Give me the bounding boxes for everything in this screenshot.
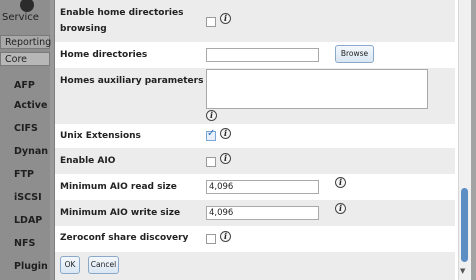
sidebar-item-ldap: LDAP (14, 215, 43, 226)
unix-extensions-checkbox[interactable] (206, 128, 216, 141)
min-aio-write-input[interactable]: 4,096 (206, 206, 319, 220)
sidebar-item-ftp: FTP (14, 169, 34, 180)
info-icon[interactable]: i (220, 153, 231, 164)
homes-aux-params-textarea[interactable] (206, 69, 428, 109)
row-zeroconf: Zeroconf share discovery (55, 226, 455, 252)
home-directories-input[interactable] (206, 48, 319, 62)
row-enable-aio: Enable AIO (55, 148, 455, 174)
sidebar-item-nfs: NFS (14, 238, 36, 249)
background-title: Service (2, 12, 39, 23)
info-icon[interactable]: i (220, 231, 231, 242)
enable-home-browsing-label-line1: Enable home directories (60, 8, 184, 18)
browse-button[interactable]: Browse (335, 45, 374, 63)
info-icon[interactable]: i (206, 110, 217, 121)
scroll-down-arrow-icon[interactable]: ▼ (460, 267, 465, 275)
zeroconf-checkbox[interactable] (206, 234, 216, 244)
row-enable-home-browsing: Enable home directories browsing (55, 0, 455, 42)
homes-aux-params-label: Homes auxiliary parameters (60, 76, 204, 86)
info-icon[interactable]: i (335, 203, 346, 214)
unix-extensions-label: Unix Extensions (60, 131, 141, 141)
scrollbar-thumb[interactable] (461, 188, 468, 262)
enable-home-browsing-label-line2: browsing (60, 24, 107, 34)
ok-button[interactable]: OK (60, 256, 80, 274)
min-aio-read-label: Minimum AIO read size (60, 182, 177, 192)
min-aio-write-label: Minimum AIO write size (60, 208, 181, 218)
sidebar-item-cifs: CIFS (14, 123, 38, 134)
cifs-settings-dialog: Enable home directories browsing i Home … (54, 0, 471, 280)
enable-home-browsing-checkbox[interactable] (206, 17, 216, 27)
info-icon[interactable]: i (335, 177, 346, 188)
sidebar-item-plugin: Plugin (14, 261, 48, 272)
home-directories-label: Home directories (60, 50, 148, 60)
info-icon[interactable]: i (220, 13, 231, 24)
sidebar-item-afp: AFP (14, 80, 35, 91)
info-icon[interactable]: i (220, 128, 231, 139)
sidebar-item-dynan: Dynan (14, 146, 49, 157)
dialog-scrollbar[interactable]: ▼ (458, 0, 471, 280)
sidebar-item-iscsi: iSCSI (14, 192, 42, 203)
row-unix-extensions: Unix Extensions (55, 124, 455, 148)
sidebar-item-active: Active (14, 100, 48, 111)
enable-aio-checkbox[interactable] (206, 157, 216, 167)
enable-aio-label: Enable AIO (60, 156, 116, 166)
tab-core: Core (0, 52, 50, 66)
background-sidebar: Service Reporting Core AFP Active CIFS D… (0, 0, 51, 280)
app-logo-icon (20, 0, 34, 12)
tab-reporting: Reporting (0, 35, 51, 49)
min-aio-read-input[interactable]: 4,096 (206, 180, 319, 194)
cancel-button[interactable]: Cancel (88, 256, 119, 274)
zeroconf-label: Zeroconf share discovery (60, 233, 189, 243)
